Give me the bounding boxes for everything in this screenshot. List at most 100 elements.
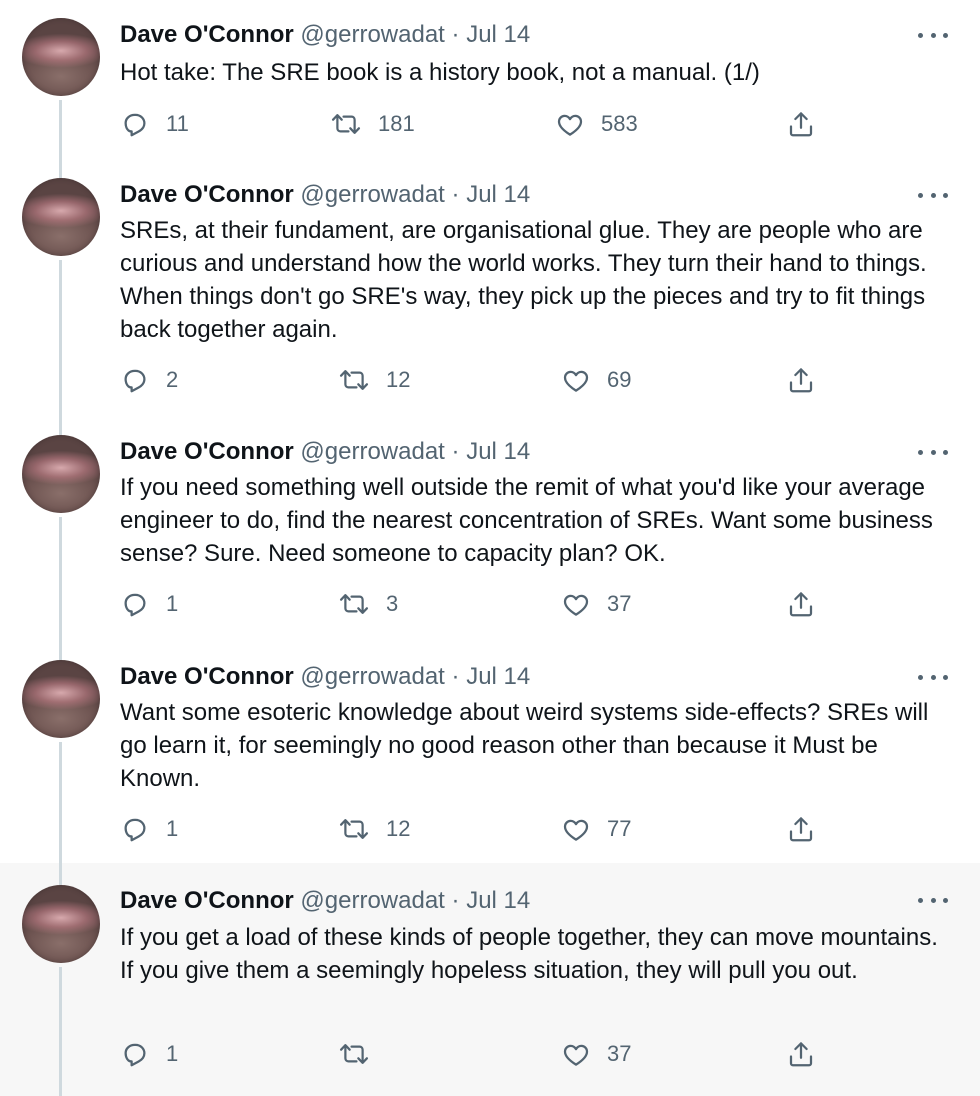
reply-count: 2: [166, 367, 179, 392]
heart-icon: [563, 594, 589, 616]
share-button[interactable]: [786, 812, 816, 846]
tweet-header: Dave O'Connor @gerrowadat · Jul 14: [120, 886, 530, 916]
reply-count: 1: [166, 816, 179, 841]
reply-button[interactable]: 2: [120, 363, 178, 397]
heart-icon: [563, 1044, 589, 1066]
avatar[interactable]: [22, 660, 100, 738]
retweet-button[interactable]: 181: [330, 107, 415, 141]
tweet-text: Hot take: The SRE book is a history book…: [120, 59, 760, 86]
tweet-actions: 11 181 583: [0, 107, 980, 141]
tweet-text: If you get a load of these kinds of peop…: [120, 924, 938, 984]
reply-button[interactable]: 11: [120, 107, 189, 141]
tweet-header: Dave O'Connor @gerrowadat · Jul 14: [120, 437, 530, 467]
like-button[interactable]: 37: [561, 587, 631, 621]
share-button[interactable]: [786, 587, 816, 621]
more-options-icon[interactable]: [918, 442, 948, 462]
more-options-icon[interactable]: [918, 185, 948, 205]
reply-icon: [124, 593, 146, 617]
retweet-count: 12: [386, 367, 411, 392]
thread-connector-line: [59, 642, 62, 660]
reply-icon: [124, 113, 146, 137]
thread-connector-line: [59, 417, 62, 435]
share-button[interactable]: [786, 363, 816, 397]
share-button[interactable]: [786, 107, 816, 141]
author-handle[interactable]: @gerrowadat: [300, 21, 444, 48]
like-count: 37: [607, 1041, 632, 1066]
tweet[interactable]: Dave O'Connor @gerrowadat · Jul 14 Want …: [0, 642, 980, 863]
reply-button[interactable]: 1: [120, 1037, 178, 1071]
tweet[interactable]: Dave O'Connor @gerrowadat · Jul 14 If yo…: [0, 417, 980, 642]
like-button[interactable]: 37: [561, 1037, 631, 1071]
header-separator: ·: [451, 663, 460, 690]
retweet-icon: [331, 114, 361, 134]
author-name[interactable]: Dave O'Connor: [120, 438, 294, 465]
tweet[interactable]: Dave O'Connor @gerrowadat · Jul 14 If yo…: [0, 863, 980, 1096]
thread-connector-line: [59, 517, 62, 642]
more-options-icon[interactable]: [918, 25, 948, 45]
reply-button[interactable]: 1: [120, 587, 178, 621]
more-options-icon[interactable]: [918, 667, 948, 687]
author-handle[interactable]: @gerrowadat: [300, 181, 444, 208]
tweet-date[interactable]: Jul 14: [466, 663, 530, 690]
reply-icon: [124, 1043, 146, 1067]
author-name[interactable]: Dave O'Connor: [120, 181, 294, 208]
tweet-date[interactable]: Jul 14: [466, 21, 530, 48]
reply-count: 1: [166, 1041, 179, 1066]
tweet-actions: 1 12 77: [0, 812, 980, 846]
retweet-icon: [339, 819, 369, 839]
reply-count: 1: [166, 591, 179, 616]
tweet-date[interactable]: Jul 14: [466, 887, 530, 914]
header-separator: ·: [451, 887, 460, 914]
reply-button[interactable]: 1: [120, 812, 178, 846]
heart-icon: [563, 819, 589, 841]
like-button[interactable]: 583: [555, 107, 638, 141]
tweet-text: SREs, at their fundament, are organisati…: [120, 217, 927, 343]
header-separator: ·: [451, 181, 460, 208]
share-icon: [789, 1042, 813, 1067]
retweet-button[interactable]: [338, 1037, 386, 1071]
header-separator: ·: [451, 21, 460, 48]
tweet-header: Dave O'Connor @gerrowadat · Jul 14: [120, 180, 530, 210]
like-count: 37: [607, 591, 632, 616]
avatar[interactable]: [22, 435, 100, 513]
like-count: 583: [601, 111, 638, 136]
tweet[interactable]: Dave O'Connor @gerrowadat · Jul 14 Hot t…: [0, 0, 980, 160]
like-button[interactable]: 69: [561, 363, 631, 397]
tweet-thread: Dave O'Connor @gerrowadat · Jul 14 Hot t…: [0, 0, 980, 1096]
tweet-text: Want some esoteric knowledge about weird…: [120, 699, 929, 792]
share-button[interactable]: [786, 1037, 816, 1071]
like-count: 77: [607, 816, 632, 841]
tweet-date[interactable]: Jul 14: [466, 181, 530, 208]
tweet[interactable]: Dave O'Connor @gerrowadat · Jul 14 SREs,…: [0, 160, 980, 417]
retweet-button[interactable]: 12: [338, 363, 410, 397]
share-icon: [789, 368, 813, 393]
author-handle[interactable]: @gerrowadat: [300, 887, 444, 914]
thread-connector-line: [59, 160, 62, 178]
author-handle[interactable]: @gerrowadat: [300, 663, 444, 690]
avatar[interactable]: [22, 178, 100, 256]
like-button[interactable]: 77: [561, 812, 631, 846]
author-name[interactable]: Dave O'Connor: [120, 887, 294, 914]
tweet-actions: 1 3 37: [0, 587, 980, 621]
author-name[interactable]: Dave O'Connor: [120, 21, 294, 48]
author-name[interactable]: Dave O'Connor: [120, 663, 294, 690]
retweet-button[interactable]: 3: [338, 587, 398, 621]
tweet-actions: 2 12 69: [0, 363, 980, 397]
avatar[interactable]: [22, 885, 100, 963]
share-icon: [789, 817, 813, 842]
tweet-date[interactable]: Jul 14: [466, 438, 530, 465]
retweet-icon: [339, 594, 369, 614]
tweet-actions: 1 37: [0, 1037, 980, 1071]
thread-connector-line: [59, 967, 62, 1096]
retweet-button[interactable]: 12: [338, 812, 410, 846]
retweet-count: 12: [386, 816, 411, 841]
tweet-text: If you need something well outside the r…: [120, 474, 933, 567]
more-options-icon[interactable]: [918, 890, 948, 910]
author-handle[interactable]: @gerrowadat: [300, 438, 444, 465]
like-count: 69: [607, 367, 632, 392]
reply-icon: [124, 818, 146, 842]
header-separator: ·: [451, 438, 460, 465]
avatar[interactable]: [22, 18, 100, 96]
tweet-header: Dave O'Connor @gerrowadat · Jul 14: [120, 662, 530, 692]
thread-connector-line: [59, 863, 62, 885]
